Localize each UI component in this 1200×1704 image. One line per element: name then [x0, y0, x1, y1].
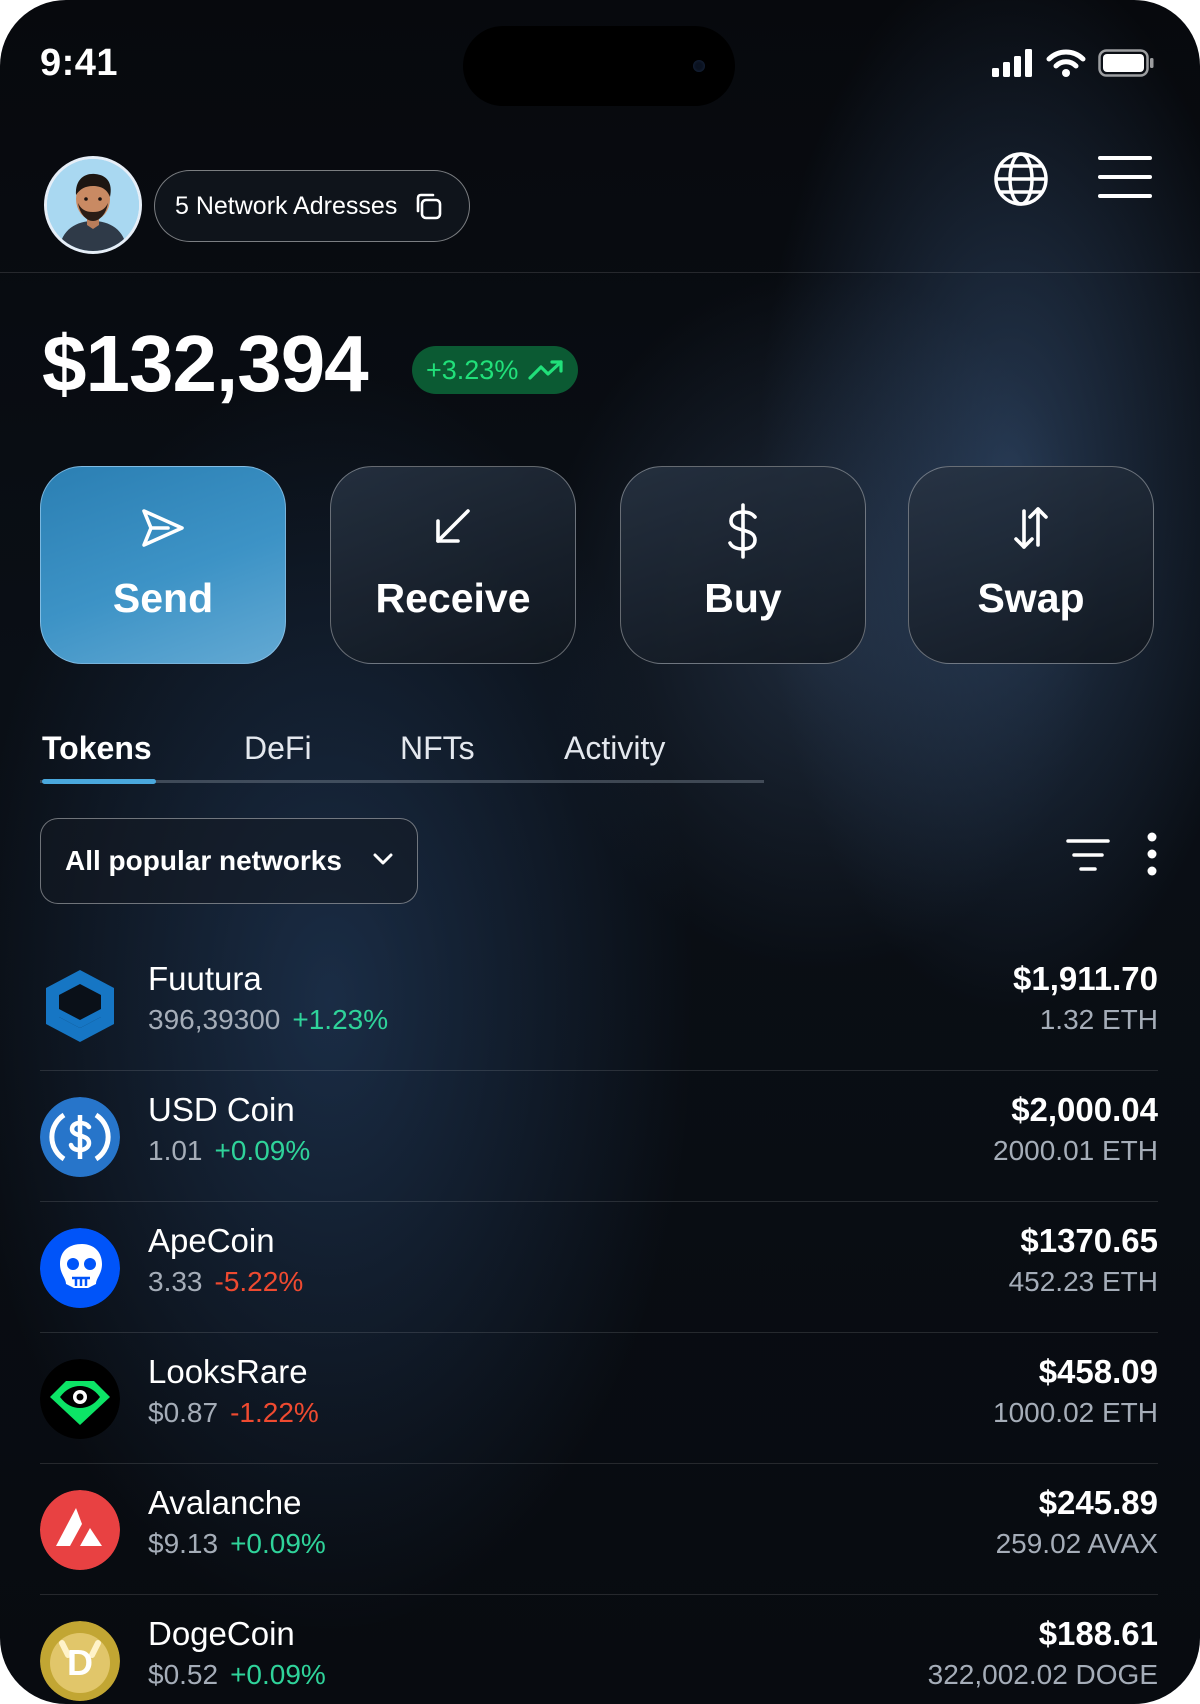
status-time: 9:41 [40, 42, 119, 84]
token-row[interactable]: ApeCoin 3.33 -5.22% $1370.65 452.23 ETH [40, 1202, 1158, 1333]
network-select-value: All popular networks [65, 845, 342, 876]
token-price-line: 396,39300 +1.23% [148, 1004, 388, 1036]
token-amount: 2000.01 ETH [993, 1135, 1158, 1166]
avatar[interactable] [44, 156, 142, 254]
wallet-screen: 9:41 5 Network Adresses $132,394 +3.23% … [0, 0, 1200, 1704]
token-name: ApeCoin [148, 1222, 275, 1259]
camera-dot [693, 60, 705, 72]
token-name: Fuutura [148, 960, 262, 997]
buy-label: Buy [704, 575, 782, 621]
cellular-signal-icon [992, 49, 1032, 77]
token-price: 1.01 [148, 1135, 203, 1166]
token-row[interactable]: D DogeCoin $0.52 +0.09% $188.61 322,002.0… [40, 1595, 1158, 1704]
arrow-down-left-icon [436, 509, 470, 543]
dynamic-island [463, 26, 735, 106]
token-price-line: $9.13 +0.09% [148, 1528, 326, 1560]
token-name: LooksRare [148, 1353, 308, 1390]
buy-button[interactable]: Buy [620, 466, 866, 664]
token-name: USD Coin [148, 1091, 295, 1128]
token-amount: 1000.02 ETH [993, 1397, 1158, 1428]
tab-tokens[interactable]: Tokens [42, 730, 152, 767]
token-change: +1.23% [292, 1004, 389, 1035]
hamburger-menu-icon[interactable] [1098, 154, 1152, 200]
token-amount: 452.23 ETH [1008, 1266, 1158, 1297]
token-amount: 322,002.02 DOGE [927, 1659, 1158, 1690]
svg-text:D: D [67, 1642, 93, 1683]
tab-defi[interactable]: DeFi [244, 730, 312, 767]
network-addresses-label: 5 Network Adresses [175, 191, 398, 220]
active-tab-indicator [42, 779, 156, 784]
token-value: $458.09 [1038, 1353, 1158, 1390]
trending-up-icon [528, 360, 563, 380]
wifi-icon [1046, 49, 1086, 77]
copy-icon [417, 193, 442, 220]
token-name: DogeCoin [148, 1615, 295, 1652]
token-change: +0.09% [230, 1528, 326, 1559]
token-price: $0.87 [148, 1397, 219, 1428]
token-price: $9.13 [148, 1528, 219, 1559]
token-amount: 1.32 ETH [1039, 1004, 1158, 1035]
dollar-icon [728, 503, 757, 559]
token-value: $188.61 [1038, 1615, 1158, 1652]
token-price-line: $0.52 +0.09% [148, 1659, 326, 1691]
tab-nfts[interactable]: NFTs [400, 730, 475, 767]
token-row[interactable]: Avalanche $9.13 +0.09% $245.89 259.02 AVA… [40, 1464, 1158, 1595]
asset-tabs: Tokens DeFi NFTs Activity [40, 720, 764, 784]
token-price-line: $0.87 -1.22% [148, 1397, 319, 1429]
balance-change-badge: +3.23% [412, 346, 579, 394]
network-addresses-button[interactable]: 5 Network Adresses [154, 170, 471, 242]
more-options-icon[interactable] [1142, 832, 1162, 876]
token-change: +0.09% [230, 1659, 326, 1690]
chevron-down-icon [373, 853, 393, 865]
token-price-line: 1.01 +0.09% [148, 1135, 310, 1167]
token-change: +0.09% [214, 1135, 311, 1166]
quick-actions: Send Receive Buy Swap [40, 466, 1154, 666]
token-price: $0.52 [148, 1659, 219, 1690]
wallet-header: 5 Network Adresses [0, 150, 1200, 273]
usdc-logo-icon [40, 1097, 120, 1177]
looksrare-logo-icon [40, 1359, 120, 1439]
token-row[interactable]: LooksRare $0.87 -1.22% $458.09 1000.02 ET… [40, 1333, 1158, 1464]
dogecoin-logo-icon: D [40, 1621, 120, 1701]
filter-icon[interactable] [1066, 836, 1110, 876]
swap-label: Swap [977, 575, 1085, 621]
receive-button[interactable]: Receive [330, 466, 576, 664]
status-icons [992, 48, 1154, 78]
token-price-line: 3.33 -5.22% [148, 1266, 303, 1298]
token-change: -1.22% [230, 1397, 319, 1428]
token-list: Fuutura 396,39300 +1.23% $1,911.70 1.32 E… [40, 940, 1158, 1704]
balance-change-value: +3.23% [426, 354, 519, 385]
receive-label: Receive [375, 575, 531, 621]
token-value: $245.89 [1038, 1484, 1158, 1521]
avalanche-logo-icon [40, 1490, 120, 1570]
total-balance: $132,394 [42, 319, 369, 408]
status-bar: 9:41 [0, 0, 1200, 130]
token-price: 396,39300 [148, 1004, 281, 1035]
token-value: $2,000.04 [1011, 1091, 1158, 1128]
token-value: $1370.65 [1020, 1222, 1158, 1259]
token-value: $1,911.70 [1013, 960, 1158, 997]
tab-activity[interactable]: Activity [564, 730, 665, 767]
battery-icon [1098, 49, 1154, 77]
send-label: Send [112, 575, 214, 621]
token-amount: 259.02 AVAX [995, 1528, 1158, 1559]
token-name: Avalanche [148, 1484, 302, 1521]
fuutura-logo-icon [40, 966, 120, 1046]
globe-icon[interactable] [992, 150, 1050, 208]
send-icon [142, 509, 184, 547]
avatar-portrait-icon [47, 159, 139, 251]
token-price: 3.33 [148, 1266, 203, 1297]
token-row[interactable]: Fuutura 396,39300 +1.23% $1,911.70 1.32 E… [40, 940, 1158, 1071]
swap-icon [1014, 507, 1048, 549]
apecoin-logo-icon [40, 1228, 120, 1308]
swap-button[interactable]: Swap [908, 466, 1154, 664]
token-row[interactable]: USD Coin 1.01 +0.09% $2,000.04 2000.01 ET… [40, 1071, 1158, 1202]
network-select[interactable]: All popular networks [40, 818, 418, 904]
token-change: -5.22% [214, 1266, 304, 1297]
send-button[interactable]: Send [40, 466, 286, 664]
